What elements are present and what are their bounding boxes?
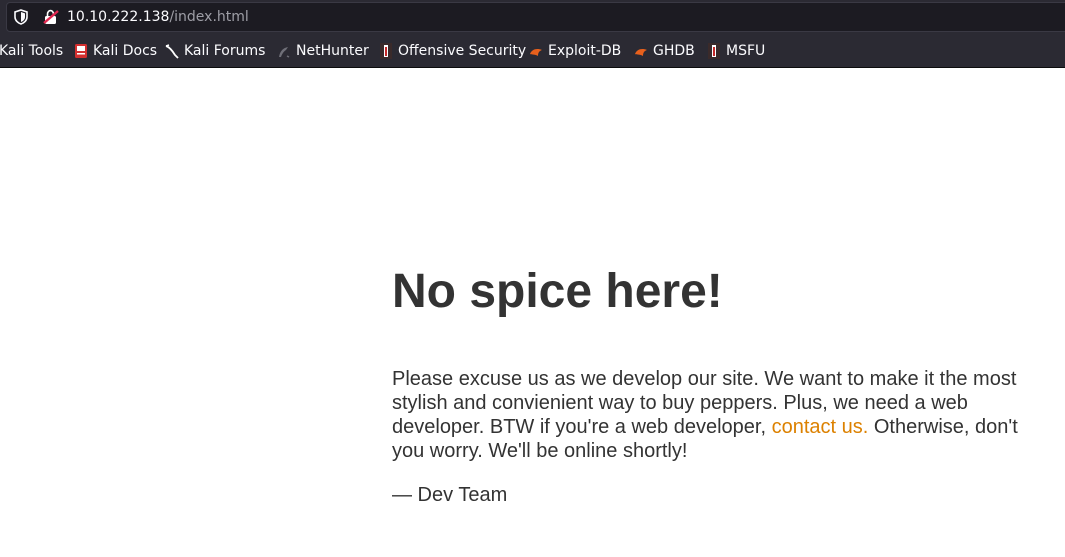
shield-icon[interactable] — [14, 9, 28, 25]
bookmarks-toolbar: Kali Tools Kali Docs Kali Forums NetHunt… — [0, 35, 1065, 68]
nethunter-icon — [279, 47, 290, 58]
bookmark-msfu[interactable]: MSFU — [707, 42, 765, 60]
bookmark-kali-forums[interactable]: Kali Forums — [165, 42, 265, 60]
url-text[interactable]: 10.10.222.138/index.html — [67, 8, 249, 26]
bookmark-label: GHDB — [653, 43, 695, 59]
url-host: 10.10.222.138 — [67, 9, 170, 25]
kali-docs-icon — [75, 44, 87, 58]
bookmark-kali-tools[interactable]: Kali Tools — [0, 42, 63, 60]
ghdb-icon — [635, 49, 647, 56]
page-title: No spice here! — [392, 265, 723, 318]
bookmark-label: Kali Docs — [93, 43, 158, 59]
bookmark-label: Exploit-DB — [548, 43, 622, 59]
kali-forums-icon — [165, 44, 179, 59]
bookmark-ghdb[interactable]: GHDB — [634, 42, 695, 60]
contact-us-link[interactable]: contact us. — [772, 416, 869, 438]
browser-toolbar: 10.10.222.138/index.html — [0, 0, 1065, 35]
insecure-lock-icon[interactable] — [43, 9, 59, 25]
bookmark-kali-docs[interactable]: Kali Docs — [74, 42, 157, 60]
msfu-icon — [708, 43, 720, 59]
bookmark-label: MSFU — [726, 43, 766, 59]
bookmark-exploit-db[interactable]: Exploit-DB — [529, 42, 621, 60]
bookmark-label: Kali Tools — [0, 43, 64, 59]
bookmark-label: NetHunter — [296, 43, 369, 59]
page-body-text: Please excuse us as we develop our site.… — [392, 367, 1032, 463]
exploit-db-icon — [530, 49, 542, 56]
bookmark-label: Kali Forums — [184, 43, 266, 59]
bookmark-nethunter[interactable]: NetHunter — [277, 42, 369, 60]
url-path: /index.html — [169, 9, 249, 25]
bookmark-label: Offensive Security — [398, 43, 527, 59]
offsec-icon — [380, 43, 392, 59]
bookmark-offensive-security[interactable]: Offensive Security — [379, 42, 526, 60]
signature: — Dev Team — [392, 484, 508, 506]
